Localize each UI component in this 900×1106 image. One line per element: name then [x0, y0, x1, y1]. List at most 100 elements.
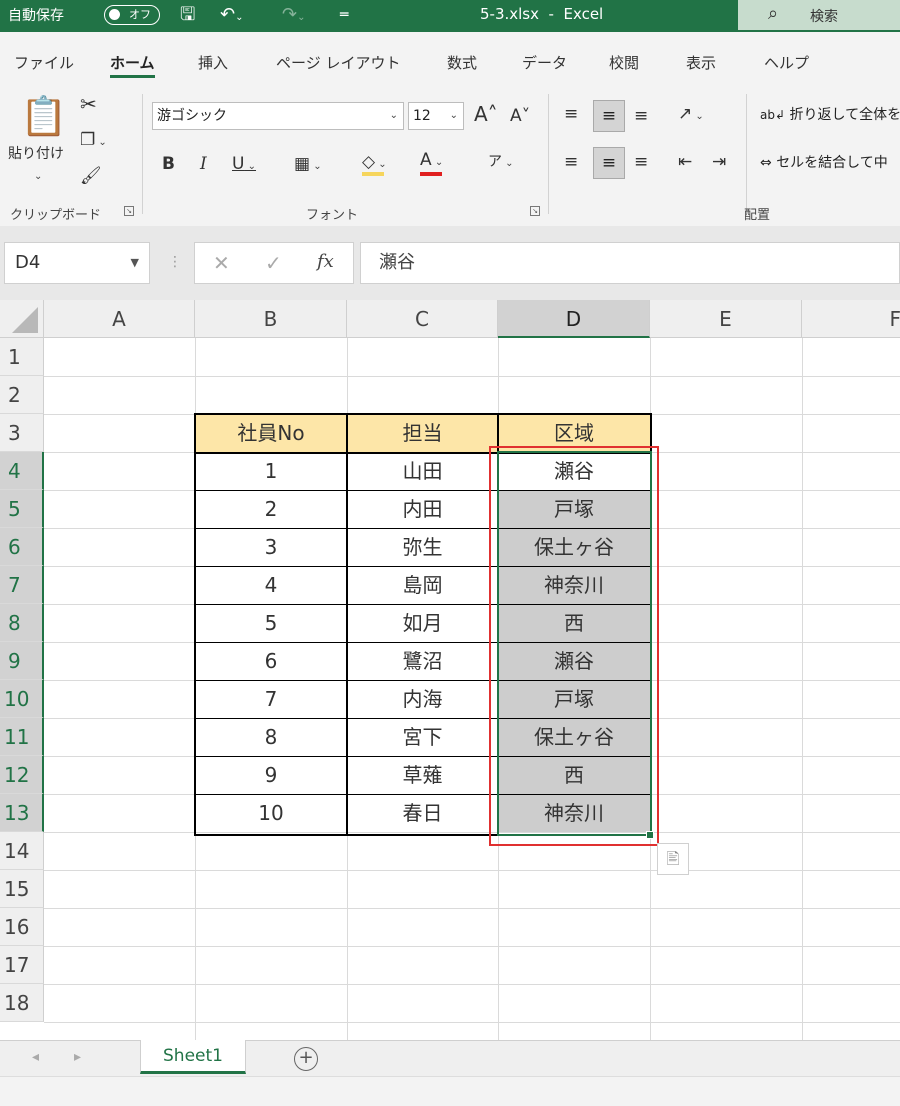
wrap-text-label: 折り返して全体を [789, 107, 900, 123]
formula-input[interactable]: 瀬谷 [360, 242, 900, 284]
cancel-icon[interactable]: ✕ [213, 251, 230, 275]
tab-data[interactable]: データ [522, 52, 567, 73]
align-middle-icon: ≡ [601, 106, 617, 126]
search-label: 検索 [810, 9, 838, 25]
tab-formulas[interactable]: 数式 [447, 52, 477, 73]
clipboard-group-label: クリップボード [10, 208, 102, 223]
column-header-c[interactable]: C [347, 300, 498, 338]
font-name-select[interactable]: 游ゴシック ⌄ [152, 102, 404, 130]
copy-icon[interactable]: ❐ ⌄ [80, 130, 107, 153]
column-header-e[interactable]: E [650, 300, 802, 338]
row-header-13[interactable]: 13 [0, 794, 44, 832]
row-header-17[interactable]: 17 [0, 946, 44, 984]
align-center-button[interactable]: ≡ [593, 147, 625, 179]
row-header-3[interactable]: 3 [0, 414, 44, 452]
redo-icon[interactable]: ↷⌄ [282, 4, 305, 29]
row-header-18[interactable]: 18 [0, 984, 44, 1022]
gridline [44, 946, 900, 947]
toggle-knob [109, 9, 120, 20]
align-bottom-icon[interactable]: ≡ [634, 106, 648, 126]
format-painter-icon[interactable]: 🖌 [80, 166, 102, 186]
row-header-2[interactable]: 2 [0, 376, 44, 414]
row-header-7[interactable]: 7 [0, 566, 44, 604]
customize-qat-icon[interactable]: ═ [340, 4, 348, 26]
gridline [44, 984, 900, 985]
align-right-icon[interactable]: ≡ [634, 152, 648, 172]
row-header-5[interactable]: 5 [0, 490, 44, 528]
align-middle-button[interactable]: ≡ [593, 100, 625, 132]
align-top-icon[interactable]: ≡ [564, 104, 578, 124]
italic-icon[interactable]: I [200, 154, 207, 174]
scroll-right-icon[interactable]: ▸ [74, 1049, 81, 1065]
orientation-icon[interactable]: ↗ ⌄ [678, 104, 704, 127]
row-header-16[interactable]: 16 [0, 908, 44, 946]
align-center-icon: ≡ [601, 153, 617, 173]
ribbon-tab-bar: ファイル ホーム 挿入 ページ レイアウト 数式 データ 校閲 表示 ヘルプ [0, 32, 900, 84]
font-color-icon[interactable]: A ⌄ [420, 150, 443, 173]
font-color-swatch [420, 172, 442, 176]
paste-button[interactable]: 📋 貼り付け ⌄ [8, 94, 74, 184]
scroll-left-icon[interactable]: ◂ [32, 1049, 39, 1065]
row-header-15[interactable]: 15 [0, 870, 44, 908]
align-left-icon[interactable]: ≡ [564, 152, 578, 172]
autosave-label: 自動保存 [8, 8, 64, 24]
search-icon: ⌕ [768, 3, 779, 24]
row-header-6[interactable]: 6 [0, 528, 44, 566]
row-header-12[interactable]: 12 [0, 756, 44, 794]
column-header-a[interactable]: A [44, 300, 195, 338]
search-box[interactable]: ⌕ 検索 [738, 0, 900, 30]
row-header-10[interactable]: 10 [0, 680, 44, 718]
font-launcher-icon[interactable]: ↘ [530, 206, 540, 216]
wrap-text-button[interactable]: ab↲ 折り返して全体を [760, 104, 900, 128]
bold-icon[interactable]: B [162, 154, 175, 174]
clipboard-launcher-icon[interactable]: ↘ [124, 206, 134, 216]
font-size-select[interactable]: 12 ⌄ [408, 102, 464, 130]
merge-center-button[interactable]: ⇔ セルを結合して中 [760, 152, 900, 176]
font-name-value: 游ゴシック [157, 108, 227, 124]
row-header-14[interactable]: 14 [0, 832, 44, 870]
row-header-4[interactable]: 4 [0, 452, 44, 490]
underline-icon[interactable]: U ⌄ [232, 154, 256, 177]
increase-indent-icon[interactable]: ⇥ [712, 152, 726, 172]
tab-view[interactable]: 表示 [686, 52, 716, 73]
phonetic-guide-icon[interactable]: ア ⌄ [488, 152, 514, 174]
quick-analysis-button[interactable]: 🖹 [657, 843, 689, 875]
fill-color-swatch [362, 172, 384, 176]
decrease-indent-icon[interactable]: ⇤ [678, 152, 692, 172]
column-header-b[interactable]: B [195, 300, 347, 338]
sheet-tab-sheet1[interactable]: Sheet1 [140, 1040, 246, 1074]
save-icon[interactable]: 🖫 [180, 4, 195, 26]
name-box[interactable]: D4 ▼ [4, 242, 150, 284]
undo-icon[interactable]: ↶⌄ [220, 4, 243, 29]
ribbon-separator [548, 94, 549, 214]
tab-home[interactable]: ホーム [110, 52, 155, 78]
tab-review[interactable]: 校閲 [609, 52, 639, 73]
column-header-d[interactable]: D [498, 300, 650, 338]
tab-page-layout[interactable]: ページ レイアウト [276, 52, 400, 73]
add-sheet-button[interactable]: + [294, 1047, 318, 1071]
insert-function-icon[interactable]: fx [317, 251, 334, 272]
tab-insert[interactable]: 挿入 [198, 52, 228, 73]
borders-icon[interactable]: ▦ ⌄ [294, 154, 322, 177]
tab-file[interactable]: ファイル [14, 52, 74, 73]
ribbon: 📋 貼り付け ⌄ ✂ ❐ ⌄ 🖌 クリップボード ↘ 游ゴシック ⌄ 12 ⌄ … [0, 84, 900, 226]
decrease-font-size-icon[interactable]: A˅ [510, 106, 530, 126]
gridline [44, 1022, 900, 1023]
status-bar [0, 1076, 900, 1106]
enter-icon[interactable]: ✓ [265, 251, 282, 275]
worksheet-grid[interactable]: A B C D E F 1 2 3 4 5 6 7 8 9 10 11 12 1… [0, 300, 900, 1040]
gridline [44, 908, 900, 909]
autosave-toggle[interactable]: オフ [104, 5, 160, 25]
row-header-9[interactable]: 9 [0, 642, 44, 680]
row-header-11[interactable]: 11 [0, 718, 44, 756]
merge-center-icon: ⇔ [760, 155, 772, 171]
column-header-f[interactable]: F [802, 300, 900, 338]
increase-font-size-icon[interactable]: A˄ [474, 104, 498, 124]
wrap-text-icon: ab↲ [760, 108, 786, 122]
cut-icon[interactable]: ✂ [80, 94, 97, 114]
row-header-8[interactable]: 8 [0, 604, 44, 642]
select-all-button[interactable] [0, 300, 44, 338]
tab-help[interactable]: ヘルプ [764, 52, 809, 73]
row-header-1[interactable]: 1 [0, 338, 44, 376]
paste-label: 貼り付け [8, 146, 64, 162]
